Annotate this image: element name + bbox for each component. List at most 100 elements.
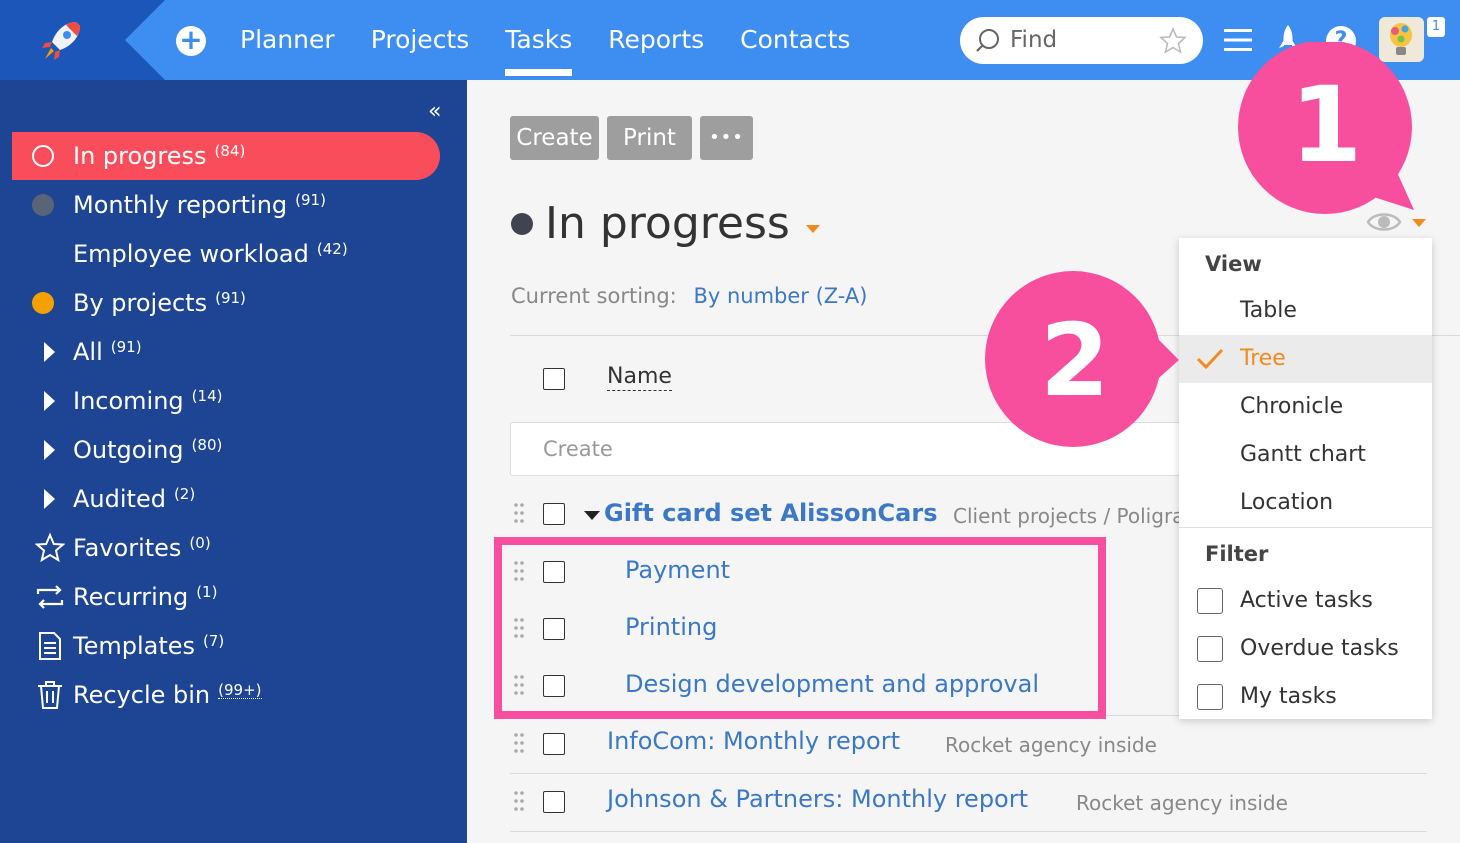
- filter-label: Active tasks: [1240, 588, 1373, 613]
- task-project-path: Client projects / Poligra: [953, 504, 1181, 528]
- rocket-logo-icon[interactable]: [36, 16, 86, 66]
- nav-tasks[interactable]: Tasks: [487, 0, 590, 80]
- sorting-value-link[interactable]: By number (Z-A): [693, 284, 867, 308]
- view-option-gantt-chart[interactable]: Gantt chart: [1179, 431, 1432, 479]
- sidebar-item-label: All: [73, 338, 103, 366]
- task-project-path: Rocket agency inside: [945, 733, 1157, 757]
- task-checkbox[interactable]: [543, 733, 565, 755]
- sidebar-item-label: Templates: [73, 632, 196, 660]
- sidebar-item-audited[interactable]: Audited (2): [12, 475, 440, 523]
- sidebar-item-label: In progress: [73, 142, 207, 170]
- task-checkbox[interactable]: [543, 791, 565, 813]
- status-dot-icon: [511, 212, 533, 235]
- filter-active-tasks[interactable]: Active tasks: [1179, 577, 1432, 625]
- view-option-label: Tree: [1240, 346, 1286, 371]
- grey-dot-icon: [31, 194, 54, 216]
- sidebar-item-count: (84): [214, 142, 246, 160]
- notification-badge[interactable]: 1: [1427, 17, 1445, 37]
- drag-handle-icon[interactable]: [513, 732, 525, 754]
- filter-label: Overdue tasks: [1240, 636, 1399, 661]
- trash-icon: [37, 681, 62, 709]
- filter-heading: Filter: [1205, 542, 1269, 566]
- sidebar-item-recurring[interactable]: Recurring (1): [12, 573, 440, 621]
- sidebar-item-label: Outgoing: [73, 436, 184, 464]
- print-button[interactable]: Print: [607, 116, 692, 160]
- sidebar-item-count: (7): [203, 632, 225, 650]
- expand-arrow-icon[interactable]: [44, 440, 55, 460]
- nav-reports[interactable]: Reports: [590, 0, 722, 80]
- sidebar-item-recycle-bin[interactable]: Recycle bin (99+): [12, 671, 440, 719]
- sidebar-item-count: (91): [215, 289, 246, 307]
- sidebar-item-count: (0): [189, 534, 211, 552]
- sidebar-item-label: Monthly reporting: [73, 191, 288, 219]
- collapse-arrow-icon[interactable]: [584, 511, 600, 520]
- repeat-icon: [36, 585, 63, 609]
- sidebar-item-count: (1): [196, 583, 218, 601]
- view-option-chronicle[interactable]: Chronicle: [1179, 383, 1432, 431]
- expand-arrow-icon[interactable]: [44, 342, 55, 362]
- view-option-tree[interactable]: Tree: [1179, 335, 1432, 383]
- drag-handle-icon[interactable]: [513, 790, 525, 812]
- filter-my-tasks[interactable]: My tasks: [1179, 673, 1432, 721]
- sidebar-item-label: Employee workload: [73, 240, 309, 268]
- expand-arrow-icon[interactable]: [44, 391, 55, 411]
- sidebar-item-label: Audited: [73, 485, 166, 513]
- sidebar-item-label: Incoming: [73, 387, 184, 415]
- sidebar-item-outgoing[interactable]: Outgoing (80): [12, 426, 440, 474]
- nav-planner[interactable]: Planner: [222, 0, 353, 80]
- search-icon: [976, 29, 999, 52]
- view-heading: View: [1205, 252, 1262, 276]
- view-dropdown-menu: View Table Tree Chronicle Gantt chart Lo…: [1179, 238, 1432, 719]
- sidebar-item-in-progress[interactable]: In progress (84): [12, 132, 440, 180]
- sidebar-item-count: (42): [316, 240, 348, 258]
- star-icon[interactable]: [1159, 27, 1187, 55]
- sidebar-item-employee-workload[interactable]: Employee workload (42): [12, 230, 440, 278]
- filter-overdue-tasks[interactable]: Overdue tasks: [1179, 625, 1432, 673]
- sidebar-item-all[interactable]: All (91): [12, 328, 440, 376]
- add-icon[interactable]: +: [176, 26, 206, 56]
- task-title-link[interactable]: Gift card set AlissonCars: [604, 499, 937, 527]
- search-box[interactable]: [960, 17, 1203, 64]
- sidebar-item-templates[interactable]: Templates (7): [12, 622, 440, 670]
- task-title-link[interactable]: InfoCom: Monthly report: [607, 727, 900, 755]
- subtasks-highlight-box: [494, 537, 1106, 719]
- filter-checkbox[interactable]: [1197, 588, 1223, 614]
- sidebar-item-count: (14): [191, 387, 223, 405]
- sidebar-item-count: (91): [110, 338, 142, 356]
- search-input[interactable]: [1010, 25, 1150, 55]
- sidebar-item-count[interactable]: (99+): [218, 681, 262, 699]
- create-button[interactable]: Create: [510, 116, 599, 160]
- filter-checkbox[interactable]: [1197, 684, 1223, 710]
- sidebar-item-label: Recycle bin: [73, 681, 211, 709]
- sidebar-item-by-projects[interactable]: By projects (91): [12, 279, 440, 327]
- task-checkbox[interactable]: [543, 503, 565, 525]
- select-all-checkbox[interactable]: [543, 368, 565, 390]
- page-title-text: In progress: [545, 198, 790, 249]
- collapse-sidebar-icon[interactable]: «: [428, 101, 450, 123]
- title-dropdown-icon[interactable]: [805, 224, 820, 233]
- filter-checkbox[interactable]: [1197, 636, 1223, 662]
- task-project-path: Rocket agency inside: [1076, 791, 1288, 815]
- sidebar-item-label: By projects: [73, 289, 208, 317]
- filter-label: My tasks: [1240, 684, 1337, 709]
- page-title[interactable]: In progress: [511, 198, 820, 249]
- nav-projects[interactable]: Projects: [353, 0, 488, 80]
- sidebar-item-count: (2): [173, 485, 196, 503]
- main-nav: Planner Projects Tasks Reports Contacts: [222, 0, 868, 80]
- sidebar-item-incoming[interactable]: Incoming (14): [12, 377, 440, 425]
- star-icon: [34, 533, 65, 563]
- view-option-location[interactable]: Location: [1179, 479, 1432, 527]
- more-button[interactable]: •••: [700, 116, 753, 160]
- sorting-label: Current sorting:: [511, 284, 677, 308]
- nav-contacts[interactable]: Contacts: [722, 0, 868, 80]
- task-title-link[interactable]: Johnson & Partners: Monthly report: [607, 785, 1028, 813]
- row-divider: [510, 831, 1427, 832]
- sidebar-item-favorites[interactable]: Favorites (0): [12, 524, 440, 572]
- sidebar-item-monthly-reporting[interactable]: Monthly reporting (91): [12, 181, 440, 229]
- current-sorting: Current sorting: By number (Z-A): [511, 284, 867, 308]
- drag-handle-icon[interactable]: [513, 502, 525, 524]
- view-option-table[interactable]: Table: [1179, 287, 1432, 335]
- name-column-header[interactable]: Name: [607, 364, 672, 391]
- menu-divider: [1179, 527, 1432, 528]
- expand-arrow-icon[interactable]: [44, 489, 55, 509]
